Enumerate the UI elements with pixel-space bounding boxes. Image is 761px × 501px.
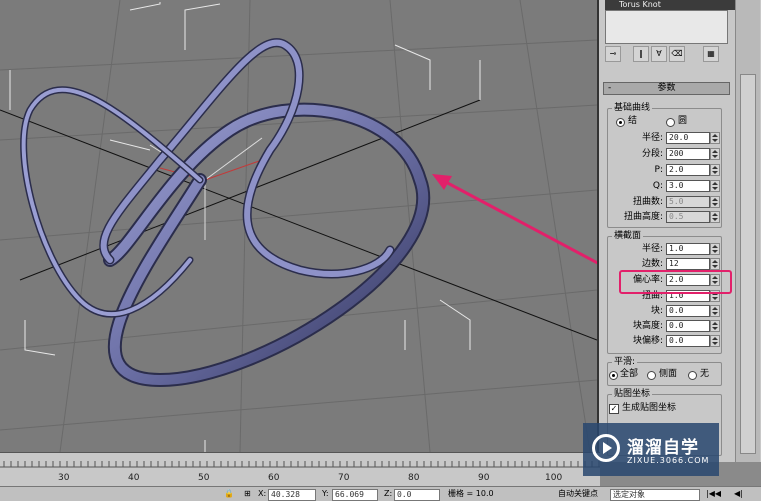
tick-label: 60 [268,473,280,483]
watermark-title: 溜溜自学 [627,438,699,458]
tick-label: 50 [198,473,210,483]
q-label: Q: [652,181,663,191]
lump-height-input[interactable]: 0.0 [666,320,710,332]
tick-label: 80 [408,473,420,483]
knot-label: 结 [628,116,638,126]
tick-label: 40 [128,473,140,483]
warp-count-spinner[interactable] [710,196,720,208]
watermark-subtitle: ZIXUE.3066.COM [627,456,710,465]
play-logo-icon [592,434,620,462]
smooth-none-radio[interactable] [688,371,697,380]
warp-height-spinner[interactable] [710,211,720,223]
parameters-rollout-header[interactable]: - 参数 [603,82,730,95]
torus-knot-object [20,38,430,388]
smooth-title: 平滑: [612,357,638,367]
configure-modifier-sets-icon[interactable]: ▦ [703,46,719,62]
lump-height-spinner[interactable] [710,320,720,332]
sides-spinner[interactable] [710,258,720,270]
sides-label: 边数: [641,259,663,269]
segments-input[interactable]: 200 [666,148,710,160]
scrollbar-thumb[interactable] [740,74,756,454]
warp-count-label: 扭曲数: [632,197,663,207]
lumps-label: 块: [650,306,663,316]
viewport-scene [0,0,597,452]
knot-radio[interactable] [616,118,625,127]
show-end-result-icon[interactable]: ‖ [633,46,649,62]
modifier-toolbar: ⊸ ‖ ∀ ⌫ ▦ [603,46,727,64]
status-bar: 🔒 ⊞ X: 40.328 Y: 66.069 Z: 0.0 栅格 = 10.0… [0,486,761,501]
annotation-arrow [432,174,597,265]
selection-set-dropdown[interactable]: 选定对象 [610,489,700,501]
section-radius-label: 半径: [641,244,663,254]
tick-label: 100 [545,473,563,483]
warp-count-input[interactable]: 5.0 [666,196,710,208]
smooth-none-label: 无 [700,369,710,379]
absolute-mode-icon[interactable]: ⊞ [244,487,251,501]
circle-radio[interactable] [666,118,675,127]
site-watermark: 溜溜自学 ZIXUE.3066.COM [583,423,719,476]
make-unique-icon[interactable]: ∀ [651,46,667,62]
segments-spinner[interactable] [710,148,720,160]
base-curve-title: 基础曲线 [612,103,653,113]
q-spinner[interactable] [710,180,720,192]
tick-label: 90 [478,473,490,483]
perspective-viewport[interactable] [0,0,599,452]
sides-input[interactable]: 12 [666,258,710,270]
lump-height-label: 块高度: [632,321,663,331]
x-coord-label: X: [258,489,267,498]
object-name-field[interactable]: Torus Knot [605,0,740,10]
lump-offset-spinner[interactable] [710,335,720,347]
x-coord-field[interactable]: 40.328 [268,489,316,501]
z-coord-label: Z: [384,489,393,498]
p-label: P: [654,165,663,175]
radius-spinner[interactable] [710,132,720,144]
auto-key-button[interactable]: 自动关键点 [558,487,598,501]
lump-offset-input[interactable]: 0.0 [666,335,710,347]
radius-input[interactable]: 20.0 [666,132,710,144]
p-input[interactable]: 2.0 [666,164,710,176]
section-radius-spinner[interactable] [710,243,720,255]
prev-frame-icon[interactable]: ◀| [734,487,743,501]
p-spinner[interactable] [710,164,720,176]
smooth-sides-radio[interactable] [647,371,656,380]
generate-mapping-label: 生成贴图坐标 [622,403,677,413]
lumps-spinner[interactable] [710,305,720,317]
cross-section-title: 横截面 [612,231,644,241]
warp-height-label: 扭曲高度: [623,212,663,222]
lumps-input[interactable]: 0.0 [666,305,710,317]
timeline-ruler[interactable]: 30 40 50 60 70 80 90 100 [0,452,600,487]
y-coord-label: Y: [322,489,329,498]
radius-label: 半径: [641,133,663,143]
timeline-ticks [0,461,600,468]
rollout-title: 参数 [657,83,676,93]
y-coord-field[interactable]: 66.069 [332,489,378,501]
grid-size-label: 栅格 = 10.0 [448,489,494,498]
generate-mapping-checkbox[interactable]: ✓ [609,404,619,414]
circle-label: 圆 [678,116,688,126]
smooth-all-label: 全部 [620,369,639,379]
q-input[interactable]: 3.0 [666,180,710,192]
goto-start-icon[interactable]: |◀◀ [706,487,721,501]
smooth-all-radio[interactable] [609,371,618,380]
section-radius-input[interactable]: 1.0 [666,243,710,255]
remove-modifier-icon[interactable]: ⌫ [669,46,685,62]
tick-label: 70 [338,473,350,483]
tick-label: 30 [58,473,70,483]
mapping-title: 贴图坐标 [612,389,653,399]
smooth-sides-label: 侧面 [659,369,678,379]
eccentricity-highlight-box [619,270,732,294]
warp-height-input[interactable]: 0.5 [666,211,710,223]
segments-label: 分段: [641,149,663,159]
object-list[interactable] [605,10,728,44]
collapse-icon: - [608,83,612,93]
lock-selection-icon[interactable]: 🔒 [224,487,234,501]
lump-offset-label: 块偏移: [632,336,663,346]
pin-stack-icon[interactable]: ⊸ [605,46,621,62]
panel-scrollbar[interactable] [735,0,760,462]
z-coord-field[interactable]: 0.0 [394,489,440,501]
